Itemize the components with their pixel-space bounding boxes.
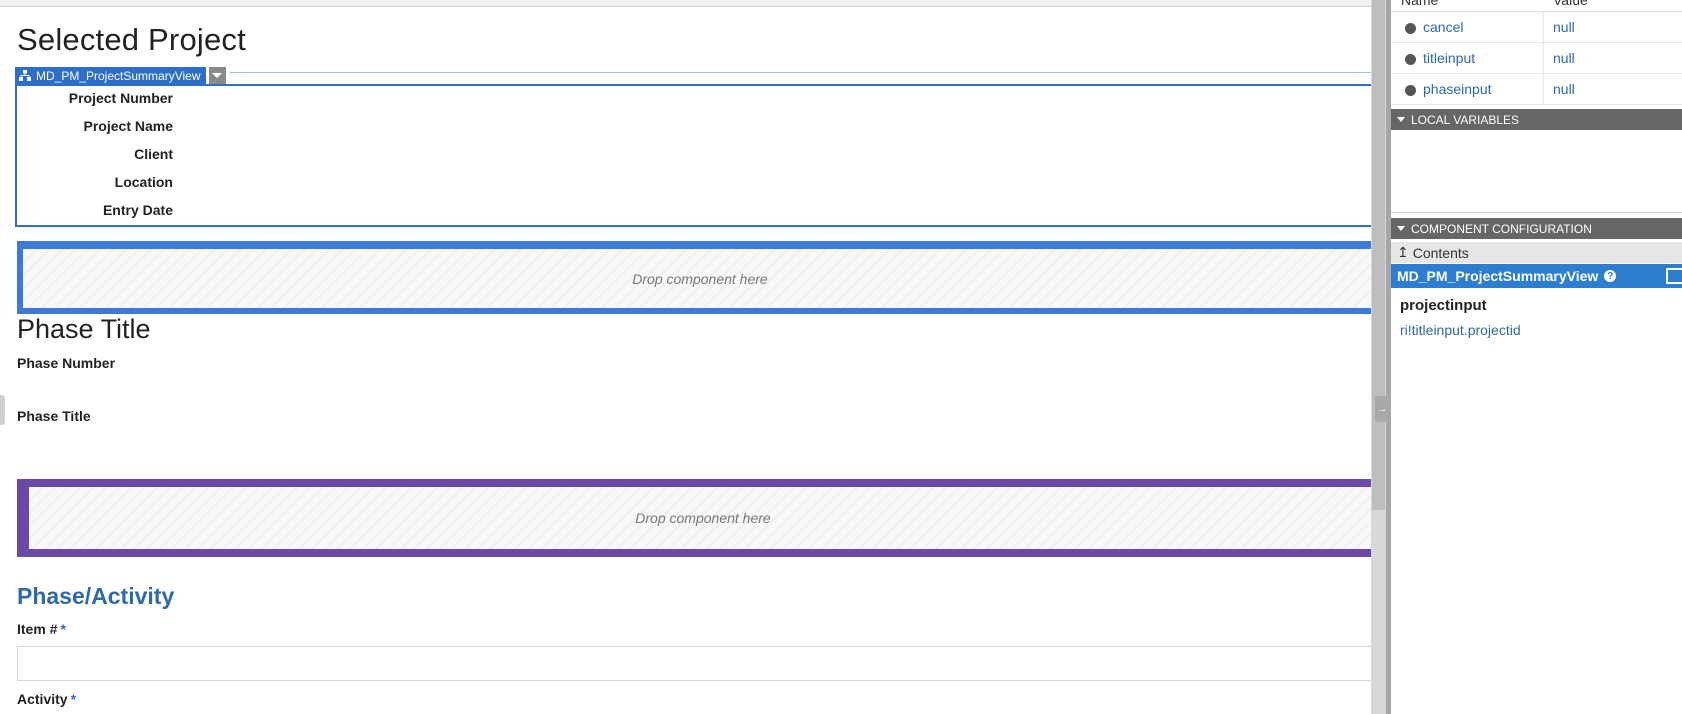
required-marker: * xyxy=(70,691,77,707)
rule-inputs-name-header: Name xyxy=(1401,0,1439,8)
item-number-label: Item # * xyxy=(17,621,66,637)
hierarchy-icon xyxy=(19,70,31,81)
phase-title-label: Phase Title xyxy=(17,408,91,424)
arrow-right-icon: → xyxy=(1376,403,1388,415)
activity-label: Activity * xyxy=(17,691,76,707)
rule-input-name[interactable]: titleinput xyxy=(1423,50,1475,66)
rule-input-value[interactable]: null xyxy=(1553,19,1575,35)
item-number-label-text: Item # xyxy=(17,621,58,637)
local-variables-label: LOCAL VARIABLES xyxy=(1411,112,1520,127)
edit-icon[interactable] xyxy=(1666,268,1682,284)
rule-inputs-header: Name Value xyxy=(1391,0,1682,12)
properties-panel: Name Value cancel null titleinput null p… xyxy=(1391,0,1682,714)
summary-field-project-number: Project Number xyxy=(68,90,173,106)
column-divider xyxy=(1543,74,1544,105)
phase-number-label: Phase Number xyxy=(17,355,116,371)
summary-field-project-name: Project Name xyxy=(83,118,173,134)
rule-input-row[interactable]: cancel null xyxy=(1391,12,1682,43)
rule-input-row[interactable]: phaseinput null xyxy=(1391,74,1682,105)
collapse-panel-button[interactable]: → xyxy=(1375,396,1389,422)
summary-field-entry-date: Entry Date xyxy=(102,202,173,218)
rule-input-name[interactable]: cancel xyxy=(1423,19,1463,35)
selected-component-row[interactable]: MD_PM_ProjectSummaryView ? xyxy=(1391,264,1682,288)
component-tag-label[interactable]: MD_PM_ProjectSummaryView xyxy=(15,67,206,84)
phase-activity-heading: Phase/Activity xyxy=(17,583,175,609)
param-expression-link[interactable]: ri!titleinput.projectid xyxy=(1400,322,1521,338)
dropzone-text: Drop component here xyxy=(632,270,768,287)
component-configuration-label: COMPONENT CONFIGURATION xyxy=(1411,221,1592,236)
input-dot-icon xyxy=(1405,54,1416,65)
component-tag[interactable]: MD_PM_ProjectSummaryView xyxy=(15,67,226,84)
item-number-input[interactable] xyxy=(17,646,1371,681)
canvas-top-strip xyxy=(0,0,1371,7)
dropzone-blue[interactable]: Drop component here xyxy=(17,241,1371,314)
project-summary-box[interactable]: Project Number Project Name Client Locat… xyxy=(15,84,1371,227)
input-dot-icon xyxy=(1405,85,1416,96)
chevron-down-icon xyxy=(1397,117,1405,122)
selected-component-name: MD_PM_ProjectSummaryView xyxy=(1397,268,1599,284)
arrow-up-icon: ↥ xyxy=(1397,244,1409,260)
rule-input-row[interactable]: titleinput null xyxy=(1391,43,1682,74)
column-divider xyxy=(1543,12,1544,43)
local-variables-body xyxy=(1391,130,1682,213)
component-tag-text: MD_PM_ProjectSummaryView xyxy=(36,68,201,83)
chevron-down-icon xyxy=(1397,226,1405,231)
input-dot-icon xyxy=(1405,23,1416,34)
selected-project-heading: Selected Project xyxy=(17,22,246,57)
dropzone-purple[interactable]: Drop component here xyxy=(17,479,1371,557)
dropzone-text: Drop component here xyxy=(635,510,771,526)
summary-field-location: Location xyxy=(114,174,173,190)
contents-link[interactable]: ↥ Contents xyxy=(1391,242,1682,263)
rule-input-value[interactable]: null xyxy=(1553,50,1575,66)
rule-inputs-value-header: Value xyxy=(1553,0,1588,8)
contents-label: Contents xyxy=(1412,244,1469,261)
help-icon[interactable]: ? xyxy=(1604,270,1617,282)
activity-label-text: Activity xyxy=(17,691,68,707)
component-tag-menu-button[interactable] xyxy=(208,67,226,84)
local-variables-section-header[interactable]: LOCAL VARIABLES xyxy=(1391,109,1682,130)
phase-title-heading: Phase Title xyxy=(17,314,151,344)
summary-field-client: Client xyxy=(134,146,173,162)
component-tag-divider xyxy=(230,72,1371,73)
canvas-scrollbar-thumb[interactable] xyxy=(1372,0,1385,510)
required-marker: * xyxy=(60,621,66,637)
design-canvas: Selected Project MD_PM_ProjectSummaryVie… xyxy=(0,0,1371,714)
left-collapse-handle[interactable] xyxy=(0,395,5,425)
param-name-label: projectinput xyxy=(1400,297,1487,314)
rule-input-value[interactable]: null xyxy=(1553,81,1575,97)
component-configuration-section-header[interactable]: COMPONENT CONFIGURATION xyxy=(1391,218,1682,239)
rule-input-name[interactable]: phaseinput xyxy=(1423,81,1492,97)
chevron-down-icon xyxy=(212,73,222,78)
column-divider xyxy=(1543,43,1544,74)
